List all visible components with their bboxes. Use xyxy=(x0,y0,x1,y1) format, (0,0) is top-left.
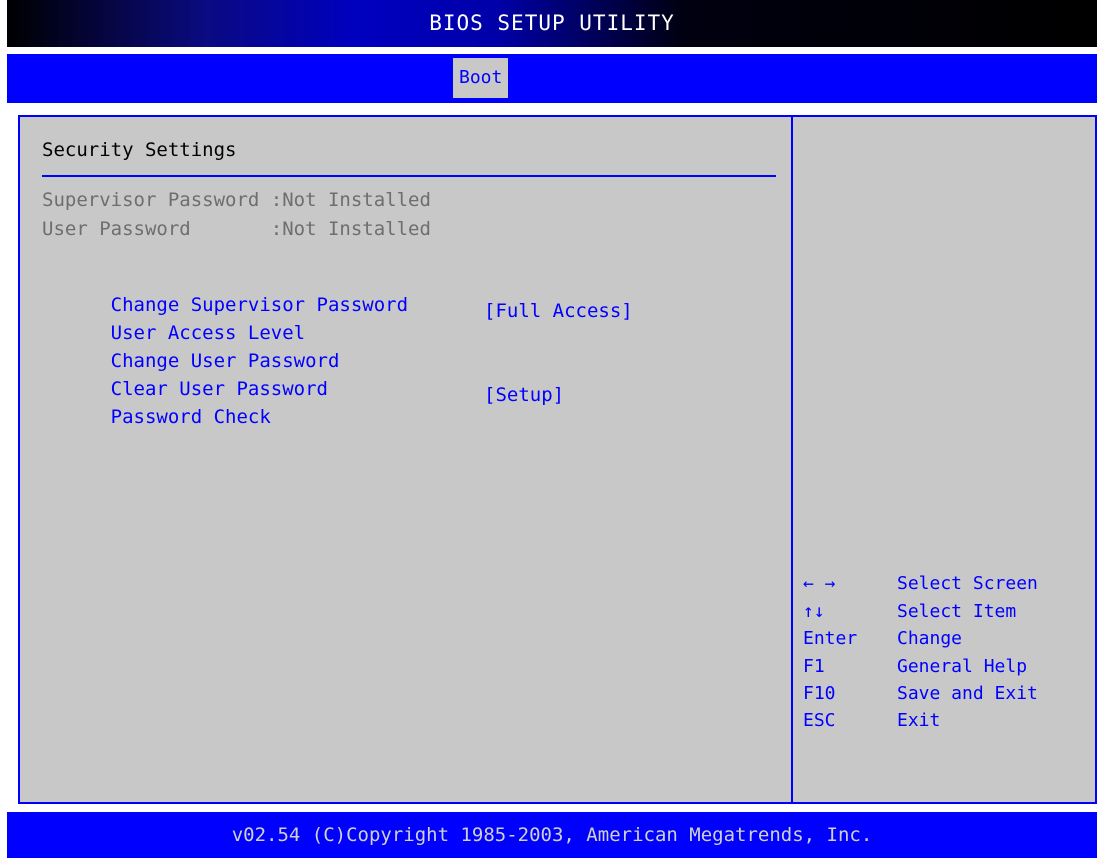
arrows-up-down-icon: ↑↓ xyxy=(803,601,825,622)
user-access-level-value: [Full Access] xyxy=(484,300,633,322)
key-f10: F10 xyxy=(803,683,836,704)
help-save-and-exit: Save and Exit xyxy=(897,683,1038,704)
copyright-text: v02.54 (C)Copyright 1985-2003, American … xyxy=(231,824,873,846)
user-password-status: User Password :Not Installed xyxy=(42,218,431,240)
password-check-item[interactable]: Password Check [Setup] xyxy=(42,384,742,428)
supervisor-password-status: Supervisor Password :Not Installed xyxy=(42,189,431,211)
title-bar: BIOS SETUP UTILITY xyxy=(7,0,1097,47)
section-title: Security Settings xyxy=(42,139,237,161)
footer-bar: v02.54 (C)Copyright 1985-2003, American … xyxy=(7,812,1097,858)
help-panel: ← → Select Screen ↑↓ Select Item Enter C… xyxy=(793,115,1097,804)
help-select-item: Select Item xyxy=(897,601,1017,622)
change-user-password-item[interactable]: Change User Password xyxy=(42,328,742,372)
settings-panel: Security Settings Supervisor Password :N… xyxy=(18,115,793,804)
menu-item-label: Password Check xyxy=(110,406,271,428)
key-f1: F1 xyxy=(803,656,825,677)
key-enter: Enter xyxy=(803,628,858,649)
tab-bar: Boot xyxy=(7,54,1097,103)
user-access-level-item[interactable]: User Access Level [Full Access] xyxy=(42,300,742,344)
key-esc: ESC xyxy=(803,710,836,731)
tab-boot[interactable]: Boot xyxy=(453,58,509,98)
bios-screen: BIOS SETUP UTILITY Boot Security Setting… xyxy=(0,0,1097,858)
clear-user-password-item[interactable]: Clear User Password xyxy=(42,356,742,400)
help-select-screen: Select Screen xyxy=(897,573,1038,594)
arrows-left-right-icon: ← → xyxy=(803,573,836,594)
section-divider xyxy=(42,175,776,177)
change-supervisor-password-item[interactable]: Change Supervisor Password xyxy=(42,272,742,316)
help-exit: Exit xyxy=(897,710,941,731)
password-check-value: [Setup] xyxy=(484,384,565,406)
help-change: Change xyxy=(897,628,963,649)
help-general-help: General Help xyxy=(897,656,1028,677)
bios-title: BIOS SETUP UTILITY xyxy=(429,11,675,35)
